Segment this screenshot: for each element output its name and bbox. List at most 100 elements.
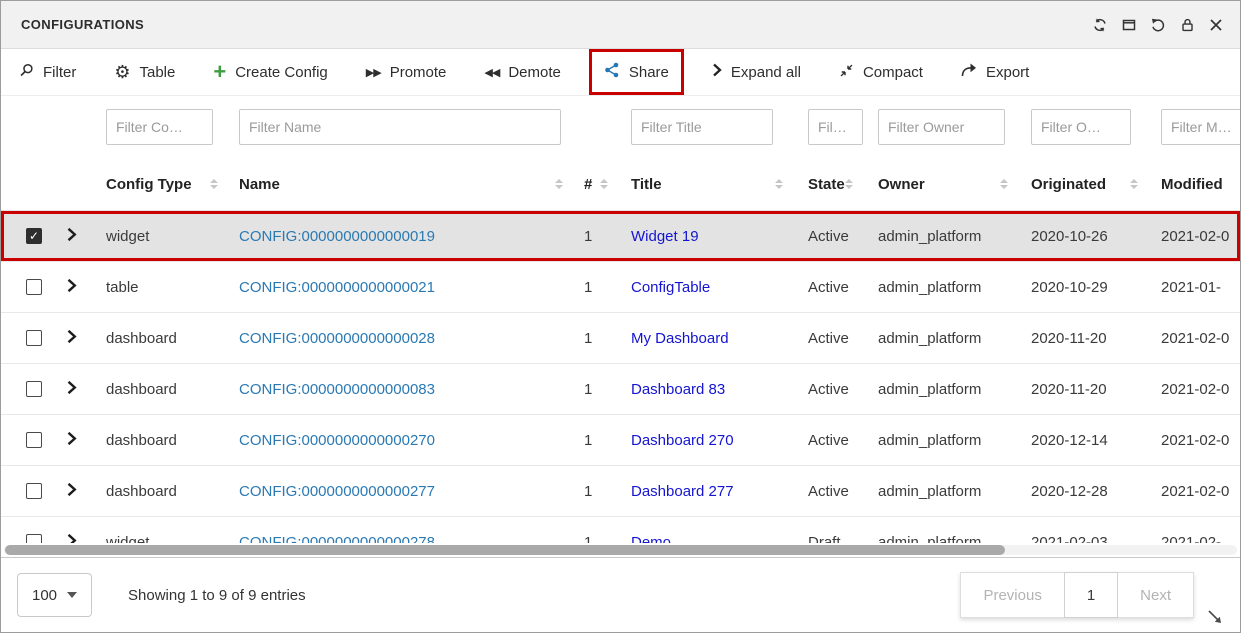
row-checkbox[interactable] (26, 432, 42, 448)
owner-cell: admin_platform (866, 517, 1021, 543)
config-type-cell: widget (96, 211, 231, 261)
originated-cell: 2021-02-03 (1021, 517, 1151, 543)
configurations-panel: CONFIGURATIONS Filter ⚙ T (0, 0, 1241, 633)
config-name-link[interactable]: CONFIG:0000000000000021 (239, 279, 435, 296)
caret-down-icon (67, 592, 77, 598)
pagination: Previous 1 Next (960, 572, 1194, 618)
count-cell: 1 (576, 517, 621, 543)
config-type-cell: table (96, 262, 231, 312)
table-row[interactable]: widget CONFIG:0000000000000019 1 Widget … (1, 211, 1240, 262)
row-checkbox[interactable] (26, 330, 42, 346)
table-row[interactable]: dashboard CONFIG:0000000000000270 1 Dash… (1, 415, 1240, 466)
filter-state-input[interactable] (808, 109, 863, 145)
column-header-config-type[interactable]: Config Type (96, 176, 231, 193)
title-link[interactable]: Dashboard 270 (631, 432, 734, 449)
previous-page-button[interactable]: Previous (960, 572, 1064, 618)
filter-name-input[interactable] (239, 109, 561, 145)
config-name-link[interactable]: CONFIG:0000000000000277 (239, 483, 435, 500)
title-link[interactable]: Dashboard 277 (631, 483, 734, 500)
row-checkbox[interactable] (26, 483, 42, 499)
owner-cell: admin_platform (866, 313, 1021, 363)
gear-icon: ⚙ (114, 64, 130, 80)
export-button[interactable]: Export (961, 63, 1029, 81)
count-cell: 1 (576, 313, 621, 363)
scrollbar-thumb[interactable] (5, 545, 1005, 555)
column-header-name[interactable]: Name (231, 176, 576, 193)
expand-row-icon[interactable] (66, 482, 77, 501)
table-row[interactable]: table CONFIG:0000000000000021 1 ConfigTa… (1, 262, 1240, 313)
config-name-link[interactable]: CONFIG:0000000000000278 (239, 534, 435, 544)
close-icon[interactable] (1206, 15, 1226, 35)
modified-cell: 2021-02-0 (1151, 415, 1240, 465)
column-header-state[interactable]: State (796, 176, 866, 193)
table-row[interactable]: dashboard CONFIG:0000000000000277 1 Dash… (1, 466, 1240, 517)
expand-row-icon[interactable] (66, 533, 77, 544)
state-cell: Draft (796, 517, 866, 543)
owner-cell: admin_platform (866, 466, 1021, 516)
resize-handle-icon[interactable] (1206, 608, 1224, 631)
column-header-originated[interactable]: Originated (1021, 176, 1151, 193)
filter-button[interactable]: Filter (19, 63, 76, 82)
create-config-button[interactable]: + Create Config (213, 64, 327, 81)
filter-modified-input[interactable] (1161, 109, 1240, 145)
footer: 100 Showing 1 to 9 of 9 entries Previous… (1, 557, 1240, 632)
row-checkbox[interactable] (26, 534, 42, 543)
config-type-cell: widget (96, 517, 231, 543)
title-link[interactable]: ConfigTable (631, 279, 710, 296)
toolbar: Filter ⚙ Table + Create Config ▶▶ Promot… (1, 49, 1240, 96)
table-row[interactable]: dashboard CONFIG:0000000000000083 1 Dash… (1, 364, 1240, 415)
title-link[interactable]: Demo (631, 534, 671, 544)
config-name-link[interactable]: CONFIG:0000000000000083 (239, 381, 435, 398)
page-size-dropdown[interactable]: 100 (17, 573, 92, 617)
filter-config-type-input[interactable] (106, 109, 213, 145)
originated-cell: 2020-11-20 (1021, 313, 1151, 363)
state-cell: Active (796, 466, 866, 516)
share-icon (604, 62, 620, 82)
next-page-button[interactable]: Next (1117, 572, 1194, 618)
config-name-link[interactable]: CONFIG:0000000000000270 (239, 432, 435, 449)
promote-button[interactable]: ▶▶ Promote (366, 64, 447, 81)
row-checkbox[interactable] (26, 381, 42, 397)
expand-row-icon[interactable] (66, 227, 77, 246)
column-header-modified[interactable]: Modified (1151, 176, 1240, 193)
table-body: widget CONFIG:0000000000000019 1 Widget … (1, 211, 1240, 543)
filter-originated-input[interactable] (1031, 109, 1131, 145)
demote-button[interactable]: ◀◀ Demote (484, 64, 560, 81)
lock-icon[interactable] (1177, 15, 1197, 35)
expand-row-icon[interactable] (66, 278, 77, 297)
undo-icon[interactable] (1148, 15, 1168, 35)
row-checkbox[interactable] (26, 279, 42, 295)
sort-icon (1000, 179, 1008, 189)
window-icon[interactable] (1119, 15, 1139, 35)
owner-cell: admin_platform (866, 262, 1021, 312)
share-button[interactable]: Share (589, 49, 684, 95)
current-page-button[interactable]: 1 (1064, 572, 1118, 618)
modified-cell: 2021-02-0 (1151, 211, 1240, 261)
sort-icon (1130, 179, 1138, 189)
title-link[interactable]: My Dashboard (631, 330, 729, 347)
table-row[interactable]: dashboard CONFIG:0000000000000028 1 My D… (1, 313, 1240, 364)
compact-button[interactable]: Compact (839, 63, 923, 82)
column-header-title[interactable]: Title (621, 176, 796, 193)
expand-row-icon[interactable] (66, 380, 77, 399)
expand-row-icon[interactable] (66, 431, 77, 450)
table-row[interactable]: widget CONFIG:0000000000000278 1 Demo Dr… (1, 517, 1240, 543)
title-link[interactable]: Dashboard 83 (631, 381, 725, 398)
expand-row-icon[interactable] (66, 329, 77, 348)
column-header-count[interactable]: # (576, 176, 621, 193)
title-link[interactable]: Widget 19 (631, 228, 699, 245)
filter-title-input[interactable] (631, 109, 773, 145)
config-type-cell: dashboard (96, 466, 231, 516)
refresh-icon[interactable] (1090, 15, 1110, 35)
config-name-link[interactable]: CONFIG:0000000000000028 (239, 330, 435, 347)
state-cell: Active (796, 415, 866, 465)
table-button[interactable]: ⚙ Table (114, 64, 175, 81)
config-name-link[interactable]: CONFIG:0000000000000019 (239, 228, 435, 245)
column-header-owner[interactable]: Owner (866, 176, 1021, 193)
expand-all-button[interactable]: Expand all (712, 63, 801, 81)
row-checkbox[interactable] (26, 228, 42, 244)
modified-cell: 2021-02-0 (1151, 313, 1240, 363)
filter-owner-input[interactable] (878, 109, 1005, 145)
table-area: Config Type Name # Title State Owner Ori… (1, 96, 1240, 543)
config-type-cell: dashboard (96, 313, 231, 363)
